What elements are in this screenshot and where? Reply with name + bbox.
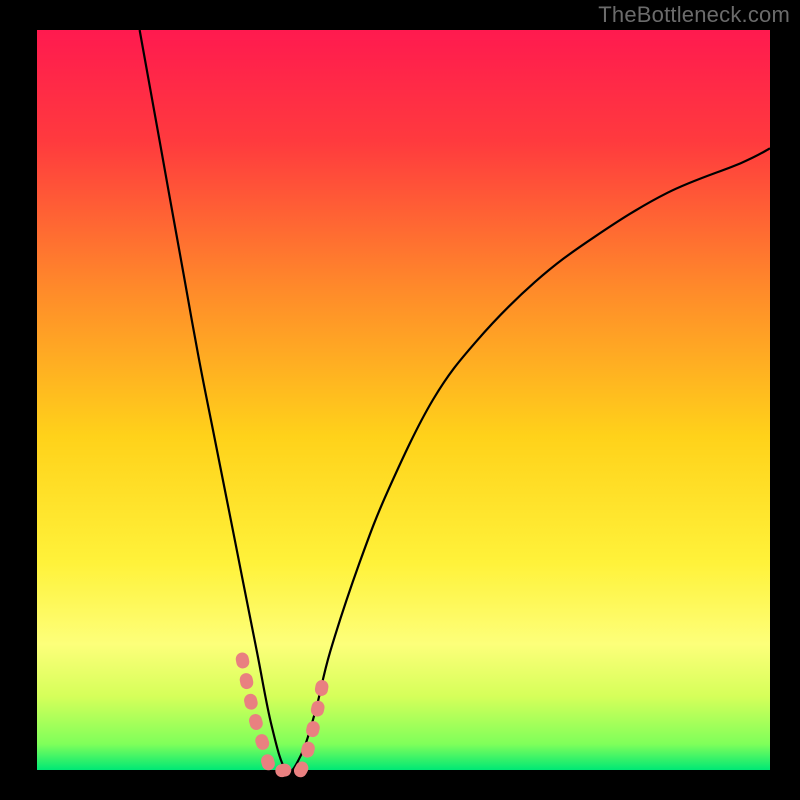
bottleneck-chart: [0, 0, 800, 800]
plot-background: [37, 30, 770, 770]
watermark-text: TheBottleneck.com: [598, 2, 790, 28]
chart-frame: TheBottleneck.com: [0, 0, 800, 800]
